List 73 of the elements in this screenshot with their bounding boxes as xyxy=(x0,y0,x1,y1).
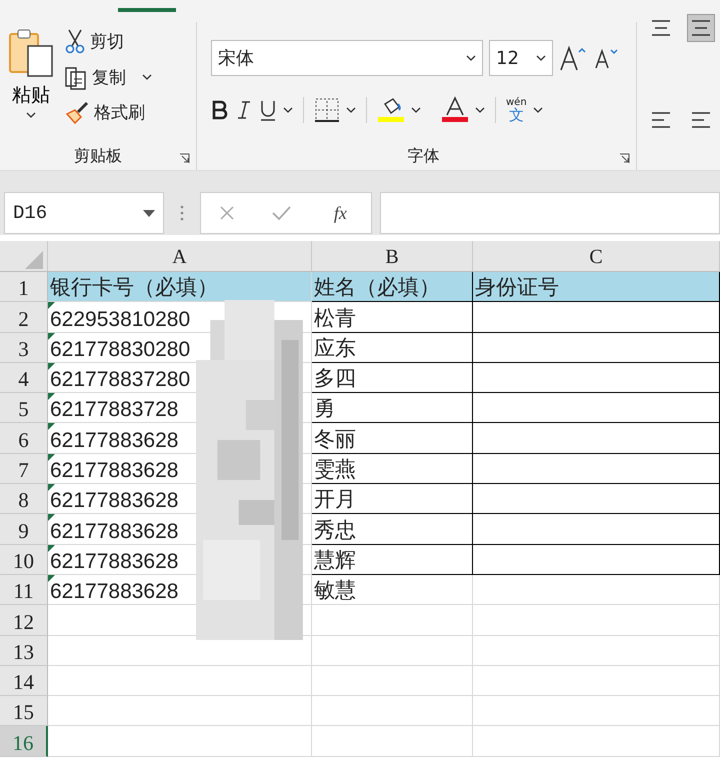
table-cell: 开月 xyxy=(312,484,473,514)
table-cell: 雯燕 xyxy=(312,454,473,484)
name-box[interactable]: D16 xyxy=(4,192,164,234)
copy-dropdown-caret-icon[interactable] xyxy=(142,74,152,80)
dialog-launcher-icon[interactable] xyxy=(619,153,630,164)
row-header[interactable]: 2 xyxy=(0,302,48,333)
align-button[interactable] xyxy=(687,14,715,42)
group-label: 字体 xyxy=(408,146,440,166)
dialog-launcher-icon[interactable] xyxy=(179,153,190,164)
table-cell: 勇 xyxy=(312,393,473,424)
row-header[interactable]: 5 xyxy=(0,393,48,424)
copy-button[interactable]: 复制 xyxy=(62,62,128,92)
row-header[interactable]: 9 xyxy=(0,514,48,545)
table-cell: 身份证号 xyxy=(473,272,720,302)
italic-icon[interactable] xyxy=(235,100,253,120)
fill-caret-icon[interactable] xyxy=(411,107,421,113)
row-header[interactable]: 12 xyxy=(0,605,48,636)
scissors-icon xyxy=(64,28,86,54)
bold-icon[interactable] xyxy=(211,100,229,120)
phonetic-caret-icon[interactable] xyxy=(532,107,543,113)
font-size-dropdown[interactable]: 12 xyxy=(489,40,553,76)
underline-caret-icon[interactable] xyxy=(283,107,293,113)
table-cell: 应东 xyxy=(312,332,473,363)
align-lines-icon xyxy=(690,110,712,130)
paste-button[interactable]: 粘贴 xyxy=(0,22,62,142)
table-cell: 冬丽 xyxy=(312,423,473,454)
brush-icon xyxy=(64,100,90,124)
caret-icon[interactable] xyxy=(26,112,36,118)
table-cell: 慧辉 xyxy=(312,544,473,575)
row-header[interactable]: 16 xyxy=(0,726,48,757)
clipboard-icon xyxy=(8,28,54,78)
format-painter-button[interactable]: 格式刷 xyxy=(62,98,152,126)
table-cell: 秀忠 xyxy=(312,514,473,545)
check-icon[interactable] xyxy=(271,205,292,221)
row-header[interactable]: 11 xyxy=(0,574,48,606)
more-options-icon[interactable] xyxy=(180,205,184,221)
underline-icon[interactable] xyxy=(259,99,277,121)
table-cell: 敏慧 xyxy=(312,574,473,606)
increase-font-size-icon[interactable] xyxy=(559,45,587,71)
font-color-caret-icon[interactable] xyxy=(475,107,485,113)
row-header[interactable]: 10 xyxy=(0,544,48,575)
row-header[interactable]: 14 xyxy=(0,666,48,696)
fill-color-icon[interactable] xyxy=(377,96,405,124)
align-lines-icon xyxy=(690,18,712,38)
borders-icon[interactable] xyxy=(314,97,340,123)
font-name-dropdown[interactable]: 宋体 xyxy=(211,40,483,76)
row-header[interactable]: 13 xyxy=(0,636,48,666)
row-header[interactable]: 8 xyxy=(0,484,48,514)
phonetic-guide-button[interactable]: wén 文 xyxy=(506,98,527,122)
formula-input[interactable] xyxy=(380,192,720,234)
table-cell: 姓名（必填） xyxy=(312,272,473,302)
table-cell: 松青 xyxy=(312,302,473,333)
row-header[interactable]: 1 xyxy=(0,272,48,302)
row-header[interactable]: 15 xyxy=(0,696,48,726)
column-header[interactable]: B xyxy=(385,246,399,269)
row-header[interactable]: 6 xyxy=(0,423,48,454)
table-cell: 银行卡号（必填） xyxy=(48,272,312,302)
align-lines-icon xyxy=(650,110,672,130)
align-lines-icon xyxy=(650,18,672,38)
insert-function-button[interactable]: fx xyxy=(328,202,353,224)
font-color-icon[interactable] xyxy=(441,96,469,124)
row-header[interactable]: 3 xyxy=(0,332,48,363)
column-header[interactable]: A xyxy=(172,246,187,269)
caret-icon[interactable] xyxy=(536,55,546,61)
cut-button[interactable]: 剪切 xyxy=(62,26,152,56)
caret-icon[interactable] xyxy=(466,55,476,61)
group-label: 剪贴板 xyxy=(74,146,122,166)
column-header[interactable]: C xyxy=(589,246,603,269)
row-header[interactable]: 7 xyxy=(0,454,48,484)
caret-icon[interactable] xyxy=(143,210,155,216)
borders-caret-icon[interactable] xyxy=(346,107,356,113)
row-header[interactable]: 4 xyxy=(0,362,48,394)
table-cell: 多四 xyxy=(312,362,473,394)
